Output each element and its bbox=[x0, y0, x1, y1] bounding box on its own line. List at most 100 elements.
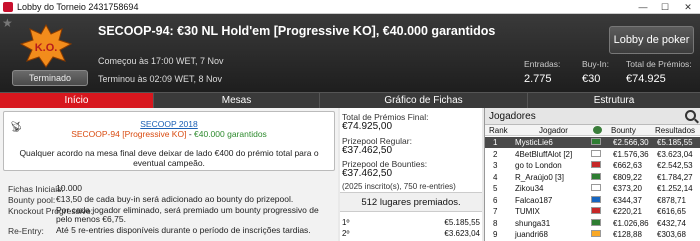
pokerstars-app-icon bbox=[3, 2, 13, 12]
player-name: 4BetBluffAlot [2] bbox=[515, 149, 573, 159]
col-bounty[interactable]: Bounty bbox=[611, 126, 636, 135]
tab-inicio[interactable]: Início bbox=[0, 93, 154, 109]
banner-note: Qualquer acordo na mesa final deve deixa… bbox=[19, 148, 319, 168]
players-title: Jogadores bbox=[489, 111, 536, 122]
table-row[interactable]: 9 juandri68 €128,88 €303,68 bbox=[485, 229, 700, 240]
knockout-logo: K.O. bbox=[20, 24, 72, 68]
player-bounty: €220,21 bbox=[613, 207, 642, 216]
poker-lobby-button[interactable]: Lobby de poker bbox=[609, 26, 694, 54]
player-result: €616,65 bbox=[657, 207, 686, 216]
tournament-name: SECOOP-94: €30 NL Hold'em [Progressive K… bbox=[98, 24, 496, 38]
search-icon[interactable] bbox=[685, 110, 696, 121]
start-time: Começou às 17:00 WET, 7 Nov bbox=[98, 56, 224, 66]
bounty-pool-value: €37.462,50 bbox=[342, 168, 393, 179]
status-badge: Terminado bbox=[12, 70, 88, 86]
banner-guarantee: €40.000 garantidos bbox=[194, 129, 267, 139]
player-result: €5.185,55 bbox=[657, 138, 693, 147]
country-flag-icon bbox=[591, 218, 601, 226]
favorite-star-icon[interactable]: ★ bbox=[2, 16, 13, 30]
player-rank: 1 bbox=[493, 138, 498, 147]
end-time: Terminou às 02:09 WET, 8 Nov bbox=[98, 74, 223, 84]
prize-rank: 1º bbox=[342, 218, 350, 227]
player-result: €1.784,27 bbox=[657, 172, 693, 182]
close-button[interactable]: ✕ bbox=[677, 0, 699, 14]
tournament-details: Fichas Iniciais: 10.000 Bounty pool: €13… bbox=[3, 175, 335, 241]
detail-value: Por cada jogador eliminado, será premiad… bbox=[56, 205, 319, 224]
table-row[interactable]: 5 Zikou34 €373,20 €1.252,14 bbox=[485, 183, 700, 194]
player-bounty: €809,22 bbox=[613, 172, 642, 182]
player-name: go to London bbox=[515, 161, 562, 170]
places-paid: 512 lugares premiados. bbox=[340, 192, 482, 212]
table-row[interactable]: 2 4BetBluffAlot [2] €1.576,36 €3.623,04 bbox=[485, 149, 700, 160]
player-rank: 9 bbox=[493, 230, 498, 239]
player-result: €3.623,04 bbox=[657, 149, 693, 159]
prize-row: 1º €5.185,55 bbox=[340, 218, 482, 229]
player-name: R_Araújo0 [3] bbox=[515, 172, 564, 182]
prize-total-label: Total de Prémios: bbox=[626, 59, 692, 69]
prize-panel: Total de Prémios Final: €74.925,00 Prize… bbox=[340, 108, 482, 241]
maximize-button[interactable]: ☐ bbox=[654, 0, 676, 14]
country-flag-icon bbox=[591, 184, 601, 191]
prize-amount: €5.185,55 bbox=[444, 218, 480, 227]
players-panel: Jogadores Rank Jogador Bounty Resultados… bbox=[484, 108, 700, 241]
regular-pool-value: €37.462,50 bbox=[342, 145, 393, 156]
player-rank: 5 bbox=[493, 184, 498, 193]
player-name: Zikou34 bbox=[515, 184, 544, 193]
player-bounty: €344,37 bbox=[613, 195, 642, 205]
player-rank: 7 bbox=[493, 207, 498, 216]
table-row[interactable]: 1 MysticLie6 €2.566,30 €5.185,55 bbox=[485, 137, 700, 148]
window-title: Lobby do Torneio 2431758694 bbox=[17, 2, 139, 12]
tab-estrutura[interactable]: Estrutura bbox=[528, 93, 700, 109]
country-flag-icon bbox=[591, 161, 601, 168]
player-name: TUMIX bbox=[515, 207, 540, 216]
player-rank: 3 bbox=[493, 161, 498, 170]
table-row[interactable]: 6 Falcao187 €344,37 €878,71 bbox=[485, 195, 700, 206]
player-result: €303,68 bbox=[657, 230, 686, 239]
player-result: €432,74 bbox=[657, 218, 686, 228]
banner-event-name: SECOOP-94 [Progressive KO] bbox=[71, 129, 187, 139]
col-rank[interactable]: Rank bbox=[489, 126, 508, 135]
banner-event-line: SECOOP-94 [Progressive KO] - €40.000 gar… bbox=[4, 129, 334, 139]
detail-value: €13,50 de cada buy-in será adicionado ao… bbox=[56, 194, 294, 204]
entries-note: (2025 inscrito(s), 750 re-entries) bbox=[342, 182, 456, 191]
country-flag-icon bbox=[591, 149, 601, 157]
table-row[interactable]: 8 shunga31 €1.026,86 €432,74 bbox=[485, 218, 700, 229]
entries-value: 2.775 bbox=[524, 73, 552, 85]
detail-label: Bounty pool: bbox=[8, 195, 56, 205]
detail-label: Re-Entry: bbox=[8, 226, 44, 236]
player-bounty: €662,63 bbox=[613, 161, 642, 170]
table-row[interactable]: 7 TUMIX €220,21 €616,65 bbox=[485, 206, 700, 217]
prize-amount: €3.623,04 bbox=[444, 229, 480, 238]
detail-value: 10.000 bbox=[56, 183, 82, 193]
tab-grafico-fichas[interactable]: Gráfico de Fichas bbox=[320, 93, 528, 109]
players-columns: Rank Jogador Bounty Resultados bbox=[485, 125, 700, 136]
final-prize-value: €74.925,00 bbox=[342, 121, 393, 132]
globe-icon bbox=[593, 126, 602, 134]
col-results[interactable]: Resultados bbox=[655, 126, 695, 135]
players-header: Jogadores bbox=[485, 108, 700, 125]
player-rank: 2 bbox=[493, 149, 498, 159]
logo-text: K.O. bbox=[35, 42, 58, 54]
country-flag-icon bbox=[591, 172, 601, 180]
player-name: Falcao187 bbox=[515, 195, 553, 205]
player-rank: 4 bbox=[493, 172, 498, 182]
player-bounty: €373,20 bbox=[613, 184, 642, 193]
player-name: juandri68 bbox=[515, 230, 548, 239]
col-player[interactable]: Jogador bbox=[539, 126, 568, 135]
player-bounty: €1.576,36 bbox=[613, 149, 649, 159]
player-rank: 6 bbox=[493, 195, 498, 205]
country-flag-icon bbox=[591, 230, 601, 237]
table-row[interactable]: 4 R_Araújo0 [3] €809,22 €1.784,27 bbox=[485, 172, 700, 183]
tab-mesas[interactable]: Mesas bbox=[154, 93, 320, 109]
banner-separator: - bbox=[186, 129, 195, 139]
table-row[interactable]: 3 go to London €662,63 €2.542,53 bbox=[485, 160, 700, 171]
prize-rank: 2º bbox=[342, 229, 350, 238]
prize-total-value: €74.925 bbox=[626, 73, 666, 85]
player-result: €2.542,53 bbox=[657, 161, 693, 170]
tab-content: 📡︎ SECOOP 2018 SECOOP-94 [Progressive KO… bbox=[0, 108, 700, 241]
lobby-tabs: Início Mesas Gráfico de Fichas Estrutura bbox=[0, 92, 700, 109]
player-result: €878,71 bbox=[657, 195, 686, 205]
series-link[interactable]: SECOOP 2018 bbox=[4, 119, 334, 129]
minimize-button[interactable]: — bbox=[632, 0, 654, 14]
country-flag-icon bbox=[591, 195, 601, 203]
